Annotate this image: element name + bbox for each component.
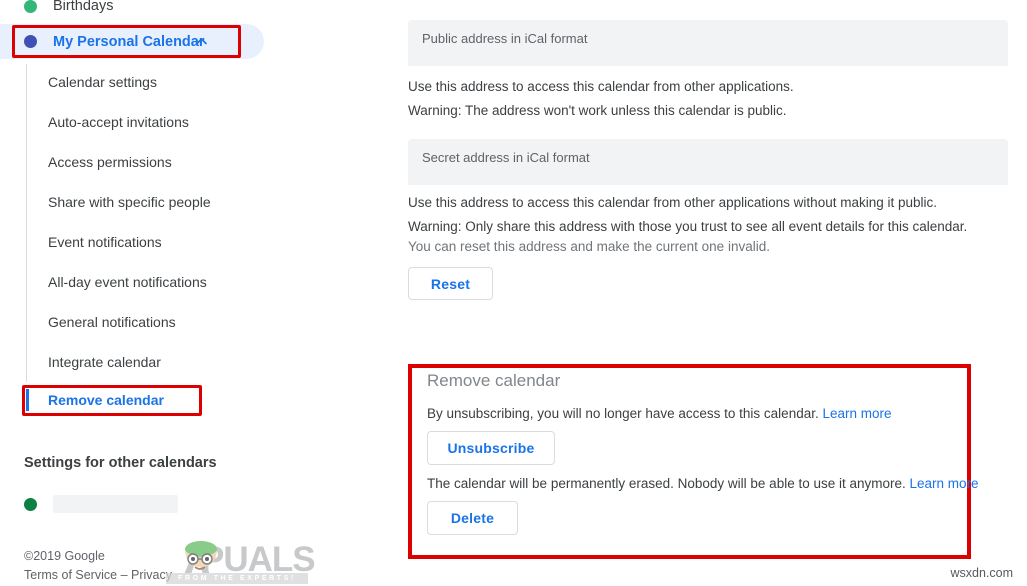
sidebar-item-general-notifications[interactable]: General notifications <box>48 312 176 332</box>
calendar-settings-main-panel: Public address in iCal format Use this a… <box>390 0 1027 586</box>
public-address-label: Public address in iCal format <box>422 31 588 46</box>
calendar-color-dot <box>24 497 37 511</box>
sidebar-calendar-selected-row[interactable]: My Personal Calendar <box>0 24 264 59</box>
sidebar-item-integrate-calendar[interactable]: Integrate calendar <box>48 352 161 372</box>
calendar-settings-sidebar: Birthdays My Personal Calendar Calendar … <box>0 0 390 586</box>
unsubscribe-description: By unsubscribing, you will no longer hav… <box>427 406 892 421</box>
delete-description: The calendar will be permanently erased.… <box>427 476 979 491</box>
sidebar-other-calendar-row[interactable] <box>24 489 324 519</box>
sidebar-item-share-with-specific-people[interactable]: Share with specific people <box>48 192 211 212</box>
active-item-indicator-bar <box>26 389 29 411</box>
public-address-help: Use this address to access this calendar… <box>408 79 794 94</box>
public-address-warning: Warning: The address won't work unless t… <box>408 103 787 118</box>
calendar-color-dot <box>24 35 37 48</box>
delete-button[interactable]: Delete <box>427 501 518 535</box>
calendar-name-label: My Personal Calendar <box>53 33 205 50</box>
unsubscribe-button[interactable]: Unsubscribe <box>427 431 555 465</box>
sidebar-item-remove-calendar[interactable]: Remove calendar <box>48 390 164 410</box>
unsubscribe-learn-more-link[interactable]: Learn more <box>822 406 891 421</box>
remove-calendar-title: Remove calendar <box>427 371 561 390</box>
public-address-field[interactable]: Public address in iCal format <box>408 20 1008 66</box>
delete-description-text: The calendar will be permanently erased.… <box>427 476 906 491</box>
privacy-link[interactable]: Privacy <box>131 568 172 582</box>
footer-separator: – <box>117 568 131 582</box>
secret-address-help: Use this address to access this calendar… <box>408 195 938 210</box>
sidebar-item-auto-accept-invitations[interactable]: Auto-accept invitations <box>48 112 189 132</box>
remove-calendar-card: Remove calendar By unsubscribing, you wi… <box>408 364 979 559</box>
sidebar-calendar-my-personal-calendar[interactable]: My Personal Calendar <box>24 24 244 59</box>
calendar-color-dot <box>24 0 37 13</box>
submenu-vertical-rule <box>26 64 27 382</box>
sidebar-item-calendar-settings[interactable]: Calendar settings <box>48 72 157 92</box>
chevron-up-icon[interactable] <box>195 35 208 48</box>
copyright-text: ©2019 Google <box>24 549 105 563</box>
footer-links: Terms of Service – Privacy <box>24 566 172 585</box>
reset-button[interactable]: Reset <box>408 267 493 300</box>
calendar-name-label: Birthdays <box>53 0 114 14</box>
other-calendars-heading: Settings for other calendars <box>24 455 217 471</box>
secret-address-label: Secret address in iCal format <box>422 150 590 165</box>
secret-address-field[interactable]: Secret address in iCal format <box>408 139 1008 185</box>
secret-address-note: You can reset this address and make the … <box>408 239 770 254</box>
redacted-calendar-name <box>53 495 178 513</box>
sidebar-calendar-birthdays[interactable]: Birthdays <box>24 0 324 21</box>
wsxdn-watermark: wsxdn.com <box>950 566 1013 580</box>
sidebar-item-event-notifications[interactable]: Event notifications <box>48 232 162 252</box>
sidebar-item-all-day-event-notifications[interactable]: All-day event notifications <box>48 272 207 292</box>
terms-of-service-link[interactable]: Terms of Service <box>24 568 117 582</box>
unsubscribe-description-text: By unsubscribing, you will no longer hav… <box>427 406 819 421</box>
delete-learn-more-link[interactable]: Learn more <box>910 476 979 491</box>
sidebar-footer: ©2019 Google Terms of Service – Privacy <box>24 547 172 585</box>
secret-address-warning: Warning: Only share this address with th… <box>408 219 968 234</box>
sidebar-item-access-permissions[interactable]: Access permissions <box>48 152 172 172</box>
